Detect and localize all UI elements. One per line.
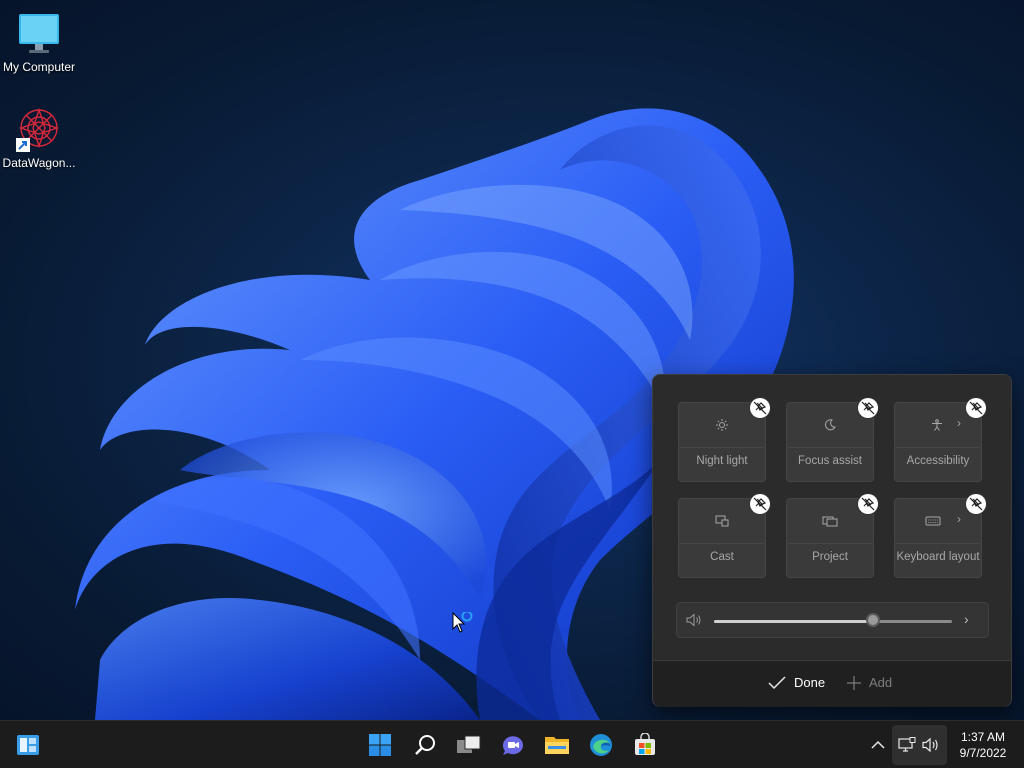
- chevron-right-icon: ›: [957, 512, 961, 526]
- quick-settings-footer: Done Add: [653, 660, 1011, 707]
- unpin-cast-button[interactable]: [750, 494, 770, 514]
- datawagon-shortcut-icon: [15, 106, 63, 154]
- tile-label: Keyboard layout: [896, 551, 980, 563]
- volume-icon: [922, 737, 940, 758]
- accessibility-icon: [931, 419, 943, 434]
- clock-time: 1:37 AM: [960, 730, 1006, 744]
- file-explorer-icon: [545, 737, 569, 754]
- clock-date: 9/7/2022: [959, 746, 1007, 760]
- checkmark-icon: [768, 675, 786, 689]
- unpin-icon: [861, 401, 875, 415]
- unpin-icon: [753, 497, 767, 511]
- chat-icon: [502, 736, 523, 755]
- night-light-icon: [716, 419, 728, 434]
- quick-settings-tray-button[interactable]: [892, 725, 947, 765]
- volume-slider-fill: [714, 620, 874, 623]
- add-button-label: Add: [869, 675, 893, 690]
- edge-button[interactable]: [585, 729, 617, 761]
- edge-icon: [590, 734, 612, 756]
- start-button[interactable]: [364, 729, 396, 761]
- chevron-up-icon: [871, 740, 885, 749]
- task-view-icon: [457, 735, 481, 753]
- mouse-cursor: [452, 610, 476, 641]
- desktop-icon-my-computer[interactable]: My Computer: [0, 10, 78, 74]
- show-hidden-icons-button[interactable]: [862, 729, 894, 761]
- tile-label: Cast: [710, 551, 734, 563]
- unpin-night-light-button[interactable]: [750, 398, 770, 418]
- volume-slider-thumb[interactable]: [866, 613, 881, 627]
- done-button[interactable]: Done: [768, 675, 825, 690]
- moon-icon: [824, 419, 836, 434]
- widgets-icon: [17, 735, 39, 755]
- tile-label: Night light: [696, 455, 748, 467]
- clock[interactable]: 1:37 AM 9/7/2022: [950, 729, 1016, 761]
- chevron-right-icon: ›: [957, 416, 961, 430]
- tile-label: Project: [812, 551, 848, 563]
- unpin-project-button[interactable]: [858, 494, 878, 514]
- unpin-icon: [861, 497, 875, 511]
- cast-icon: [715, 515, 729, 530]
- start-icon: [369, 734, 391, 756]
- desktop-icon-label: My Computer: [2, 60, 76, 74]
- store-button[interactable]: [629, 729, 661, 761]
- done-button-label: Done: [794, 675, 826, 690]
- unpin-keyboard-layout-button[interactable]: [966, 494, 986, 514]
- monitor-icon: [15, 10, 63, 58]
- network-icon: [898, 737, 916, 758]
- tile-label: Focus assist: [798, 455, 862, 467]
- tile-label: Accessibility: [906, 455, 970, 467]
- widgets-button[interactable]: [12, 729, 44, 761]
- unpin-focus-assist-button[interactable]: [858, 398, 878, 418]
- speaker-icon[interactable]: [686, 613, 702, 632]
- unpin-accessibility-button[interactable]: [966, 398, 986, 418]
- taskbar: 1:37 AM 9/7/2022: [0, 720, 1024, 768]
- search-icon: [415, 735, 435, 755]
- busy-spinner-icon: [461, 610, 473, 622]
- volume-slider-track[interactable]: [714, 620, 952, 623]
- project-icon: [822, 515, 838, 530]
- file-explorer-button[interactable]: [541, 729, 573, 761]
- desktop-icon-label: DataWagon...: [2, 156, 76, 170]
- task-view-button[interactable]: [453, 729, 485, 761]
- add-button[interactable]: Add: [847, 675, 892, 690]
- unpin-icon: [753, 401, 767, 415]
- volume-control: ›: [676, 602, 989, 638]
- plus-icon: [847, 675, 861, 690]
- chat-button[interactable]: [497, 729, 529, 761]
- volume-output-chevron-icon[interactable]: ›: [964, 611, 969, 627]
- unpin-icon: [969, 401, 983, 415]
- desktop-icon-datawagon[interactable]: DataWagon...: [0, 106, 78, 170]
- unpin-icon: [969, 497, 983, 511]
- store-icon: [635, 733, 655, 755]
- keyboard-icon: [925, 515, 941, 530]
- search-button[interactable]: [409, 729, 441, 761]
